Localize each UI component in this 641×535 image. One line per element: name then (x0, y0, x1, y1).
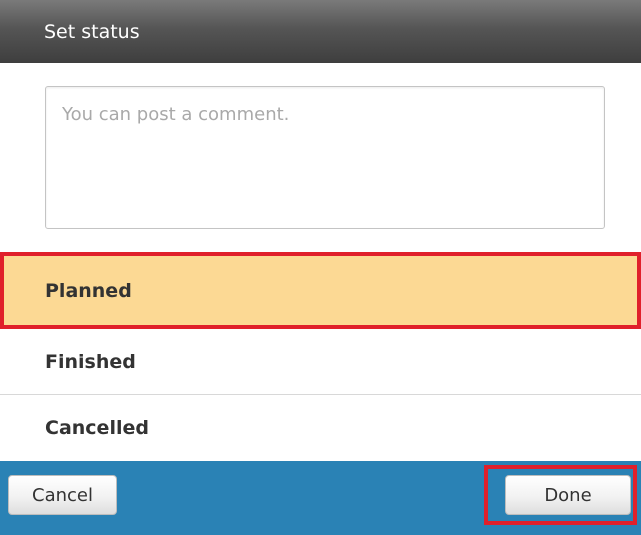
status-list: Planned Finished Cancelled (0, 252, 641, 461)
cancel-button[interactable]: Cancel (8, 475, 117, 515)
status-option-cancelled[interactable]: Cancelled (0, 395, 641, 461)
status-option-label: Planned (45, 279, 132, 302)
dialog-header: Set status (0, 0, 641, 63)
dialog-title: Set status (44, 21, 140, 43)
status-option-label: Finished (45, 350, 136, 373)
set-status-dialog: Set status Planned Finished Cancelled Ca… (0, 0, 641, 535)
dialog-footer: Cancel Done (0, 461, 641, 535)
status-option-label: Cancelled (45, 417, 149, 439)
status-option-planned[interactable]: Planned (0, 252, 641, 329)
done-button[interactable]: Done (505, 475, 631, 515)
comment-input[interactable] (45, 86, 605, 229)
status-option-finished[interactable]: Finished (0, 329, 641, 395)
